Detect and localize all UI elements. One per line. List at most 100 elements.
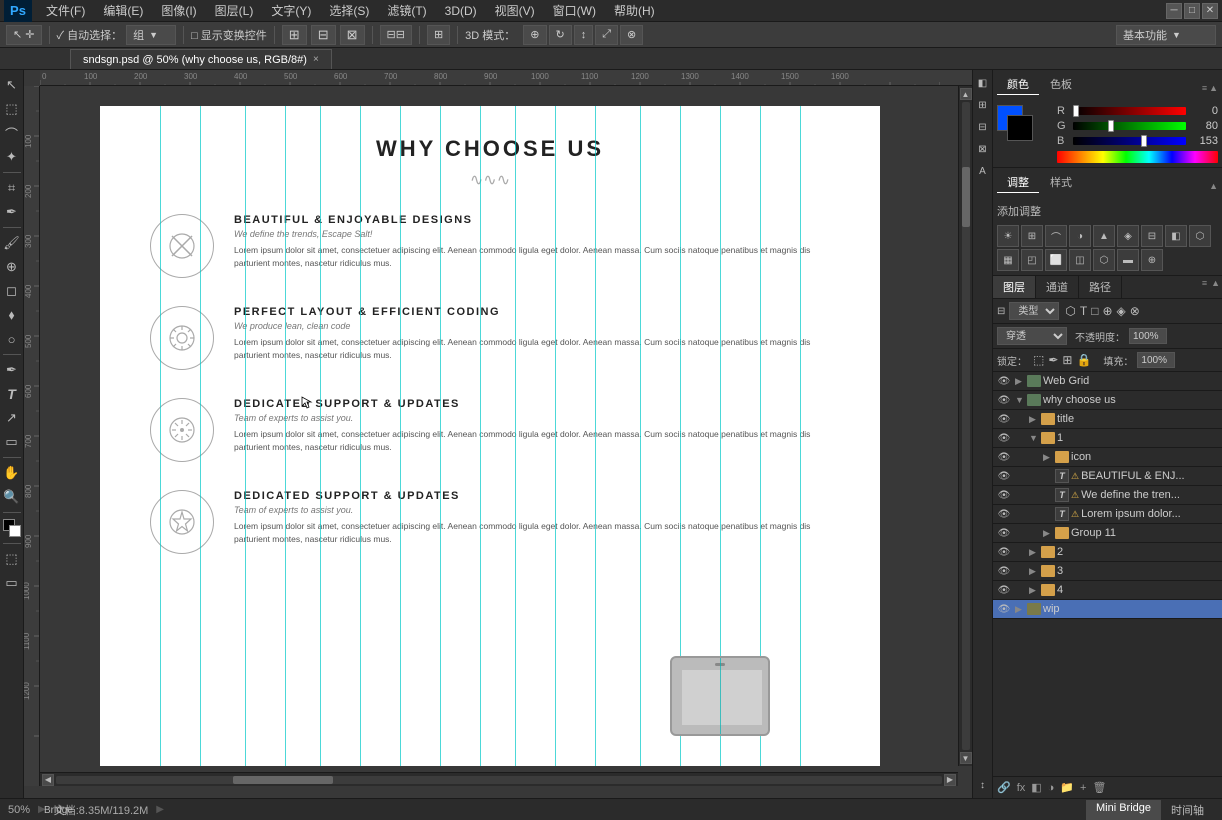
adj-threshold[interactable]: ⬡: [1093, 249, 1115, 271]
tab-close-btn[interactable]: ×: [313, 54, 319, 65]
layer-vis-g1[interactable]: 👁: [997, 431, 1011, 445]
adj-colorbalance[interactable]: ⊟: [1141, 225, 1163, 247]
move-tool-btn[interactable]: ↖ ✛: [6, 25, 42, 45]
layer-we-define[interactable]: 👁 ▶ T ⚠ We define the tren...: [993, 486, 1222, 505]
menu-image[interactable]: 图像(I): [153, 0, 204, 21]
dodge-tool[interactable]: ○: [1, 328, 23, 350]
eraser-tool[interactable]: ◻: [1, 280, 23, 302]
opacity-input[interactable]: [1129, 328, 1167, 344]
layer-vis-beautiful[interactable]: 👁: [997, 469, 1011, 483]
adj-colorlook[interactable]: ◰: [1021, 249, 1043, 271]
adj-posterize[interactable]: ◫: [1069, 249, 1091, 271]
layer-beautiful[interactable]: 👁 ▶ T ⚠ BEAUTIFUL & ENJ...: [993, 467, 1222, 486]
filter-icon4[interactable]: ⊕: [1102, 304, 1112, 318]
hand-tool[interactable]: ✋: [1, 462, 23, 484]
adj-brightness[interactable]: ☀: [997, 225, 1019, 247]
3d-btn3[interactable]: ↕: [574, 25, 594, 45]
layers-new-btn[interactable]: +: [1080, 782, 1086, 794]
auto-select-dropdown[interactable]: 组▼: [126, 25, 176, 45]
mini-panel-icon4[interactable]: ⊠: [974, 140, 992, 158]
path-select-tool[interactable]: ↗: [1, 407, 23, 429]
vertical-scrollbar[interactable]: ▲ ▼: [958, 86, 972, 766]
layer-expand-g3[interactable]: ▶: [1029, 566, 1039, 577]
color-slider-g[interactable]: [1073, 122, 1186, 130]
crop-tool[interactable]: ⌗: [1, 177, 23, 199]
menu-help[interactable]: 帮助(H): [606, 0, 663, 21]
menu-layer[interactable]: 图层(L): [207, 0, 262, 21]
mini-panel-icon2[interactable]: ⊞: [974, 96, 992, 114]
arrange-btn[interactable]: ⊞: [427, 25, 450, 45]
color-tab[interactable]: 颜色: [997, 74, 1039, 95]
align-left-btn[interactable]: ⊞: [282, 25, 307, 45]
lock-icon3[interactable]: ⊞: [1062, 353, 1072, 367]
layers-tab[interactable]: 图层: [993, 276, 1036, 298]
close-btn[interactable]: ✕: [1202, 3, 1218, 19]
channels-tab[interactable]: 通道: [1036, 276, 1079, 298]
canvas-scroll[interactable]: WHY CHOOSE US ∿∿∿ BEAUTIFUL & ENJOYABLE …: [40, 86, 972, 786]
lock-icon2[interactable]: ✒: [1048, 353, 1058, 367]
color-slider-b[interactable]: [1073, 137, 1186, 145]
color-slider-r[interactable]: [1073, 107, 1186, 115]
layer-vis-icon[interactable]: 👁: [997, 450, 1011, 464]
mini-panel-icon1[interactable]: ◧: [974, 74, 992, 92]
color-panel-menu[interactable]: ≡: [1202, 83, 1207, 93]
swatches-tab[interactable]: 色板: [1040, 74, 1082, 95]
3d-btn5[interactable]: ⊗: [620, 25, 643, 45]
layer-vis-g3[interactable]: 👁: [997, 564, 1011, 578]
layer-icon[interactable]: 👁 ▶ icon: [993, 448, 1222, 467]
layer-expand-wip[interactable]: ▶: [1015, 604, 1025, 615]
fg-bg-colors[interactable]: [3, 519, 21, 537]
layers-panel-menu[interactable]: ≡: [1200, 276, 1209, 298]
layers-folder-btn[interactable]: 📁: [1060, 781, 1074, 794]
layer-group-1[interactable]: 👁 ▼ 1: [993, 429, 1222, 448]
fill-input[interactable]: [1137, 352, 1175, 368]
layer-vis-wip[interactable]: 👁: [997, 602, 1011, 616]
menu-filter[interactable]: 滤镜(T): [379, 0, 434, 21]
layers-adj-btn[interactable]: ◑: [1048, 782, 1055, 794]
adjust-tab[interactable]: 调整: [997, 172, 1039, 193]
styles-tab[interactable]: 样式: [1040, 172, 1082, 193]
mini-panel-icon3[interactable]: ⊟: [974, 118, 992, 136]
workspace-dropdown[interactable]: 基本功能▼: [1116, 25, 1216, 45]
color-panel-collapse[interactable]: ▲: [1209, 83, 1218, 93]
adj-selectcolor[interactable]: ⊕: [1141, 249, 1163, 271]
eyedropper-tool[interactable]: ✒: [1, 201, 23, 223]
adj-channelmix[interactable]: ▦: [997, 249, 1019, 271]
filter-icon2[interactable]: T: [1080, 304, 1087, 318]
adj-bw[interactable]: ◧: [1165, 225, 1187, 247]
layer-expand-g2[interactable]: ▶: [1029, 547, 1039, 558]
move-tool[interactable]: ↖: [1, 74, 23, 96]
menu-view[interactable]: 视图(V): [487, 0, 543, 21]
adj-vibrance[interactable]: ▲: [1093, 225, 1115, 247]
menu-edit[interactable]: 编辑(E): [95, 0, 151, 21]
layer-expand-g1[interactable]: ▼: [1029, 433, 1039, 443]
blend-mode-select[interactable]: 穿透: [997, 327, 1067, 345]
marquee-tool[interactable]: ⬚: [1, 98, 23, 120]
mini-panel-icon6[interactable]: ↕: [974, 776, 992, 794]
align-center-btn[interactable]: ⊟: [311, 25, 336, 45]
menu-3d[interactable]: 3D(D): [437, 2, 485, 20]
filter-icon1[interactable]: ⬡: [1065, 304, 1075, 318]
layer-group3[interactable]: 👁 ▶ 3: [993, 562, 1222, 581]
layers-fx-btn[interactable]: fx: [1017, 782, 1026, 794]
3d-btn2[interactable]: ↻: [549, 25, 572, 45]
lock-icon1[interactable]: ⬚: [1033, 353, 1044, 367]
layer-expand-title[interactable]: ▶: [1029, 414, 1039, 425]
layer-type-filter[interactable]: 类型: [1009, 302, 1059, 320]
timeline-tab[interactable]: 时间轴: [1161, 800, 1214, 820]
layer-title[interactable]: 👁 ▶ title: [993, 410, 1222, 429]
paths-tab[interactable]: 路径: [1079, 276, 1122, 298]
menu-window[interactable]: 窗口(W): [545, 0, 604, 21]
zoom-tool[interactable]: 🔍: [1, 486, 23, 508]
menu-file[interactable]: 文件(F): [38, 0, 93, 21]
lock-icon4[interactable]: 🔒: [1076, 353, 1091, 367]
horizontal-scrollbar[interactable]: ◀ ▶: [40, 772, 958, 786]
clone-tool[interactable]: ⊕: [1, 256, 23, 278]
screen-mode-btn[interactable]: ▭: [1, 572, 23, 594]
filter-icon5[interactable]: ◈: [1117, 304, 1126, 318]
layer-vis-title[interactable]: 👁: [997, 412, 1011, 426]
filter-icon3[interactable]: □: [1091, 304, 1098, 318]
3d-btn1[interactable]: ⊕: [523, 25, 546, 45]
layer-web-grid[interactable]: 👁 ▶ Web Grid: [993, 372, 1222, 391]
layer-vis-g11[interactable]: 👁: [997, 526, 1011, 540]
